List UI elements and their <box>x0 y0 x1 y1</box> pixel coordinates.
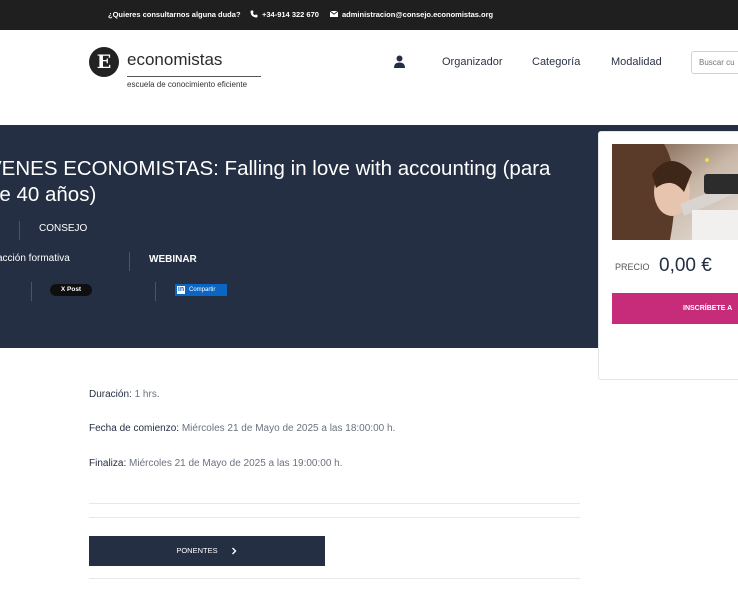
course-title: VENES ECONOMISTAS: Falling in love with … <box>0 156 550 208</box>
nav-modalidad[interactable]: Modalidad <box>611 56 662 68</box>
ponentes-button[interactable]: PONENTES <box>89 536 325 566</box>
linkedin-share-button[interactable]: in Compartir <box>175 284 227 296</box>
meta-divider <box>19 221 20 240</box>
meta-divider <box>129 252 130 271</box>
price-label: PRECIO <box>615 262 650 272</box>
organizer-value[interactable]: CONSEJO <box>39 223 87 234</box>
duration-row: Duración: 1 hrs. <box>89 389 160 400</box>
course-title-line-1: VENES ECONOMISTAS: Falling in love with … <box>0 157 551 180</box>
linkedin-icon: in <box>177 286 185 294</box>
contact-phone[interactable]: +34-914 322 670 <box>262 10 319 19</box>
course-image <box>612 144 738 240</box>
linkedin-share-label: Compartir <box>189 287 216 293</box>
start-date-value: Miércoles 21 de Mayo de 2025 a las 18:00… <box>179 423 396 434</box>
chevron-right-icon <box>231 547 237 555</box>
user-icon[interactable] <box>393 55 406 69</box>
modality-value[interactable]: WEBINAR <box>149 254 197 265</box>
logo-mark[interactable]: E <box>89 47 119 77</box>
email-icon <box>330 11 338 17</box>
end-date-row: Finaliza: Miércoles 21 de Mayo de 2025 a… <box>89 458 343 469</box>
share-divider <box>155 282 156 301</box>
brand-divider <box>127 76 261 77</box>
price-value: 0,00 € <box>659 255 712 276</box>
section-divider <box>89 578 580 579</box>
nav-categoria[interactable]: Categoría <box>532 56 580 68</box>
contact-question: ¿Quieres consultarnos alguna duda? <box>108 10 241 19</box>
start-date-label: Fecha de comienzo: <box>89 423 180 434</box>
course-title-line-2: de 40 años) <box>0 183 97 206</box>
enroll-button[interactable]: INSCRÍBETE A <box>612 293 738 324</box>
search-input[interactable] <box>691 51 738 74</box>
duration-label: Duración: <box>89 389 132 400</box>
logo-letter: E <box>96 51 112 73</box>
end-date-value: Miércoles 21 de Mayo de 2025 a las 19:00… <box>126 458 343 469</box>
category-value[interactable]: acción formativa <box>0 253 70 264</box>
share-divider <box>31 282 32 301</box>
phone-icon <box>250 10 258 18</box>
duration-value: 1 hrs. <box>131 389 160 400</box>
nav-organizador[interactable]: Organizador <box>442 56 503 68</box>
x-post-button[interactable]: X Post <box>50 284 92 296</box>
start-date-row: Fecha de comienzo: Miércoles 21 de Mayo … <box>89 423 395 434</box>
section-divider <box>89 503 580 504</box>
brand-name[interactable]: economistas <box>127 50 222 70</box>
brand-tagline: escuela de conocimiento eficiente <box>127 80 248 89</box>
contact-email[interactable]: administracion@consejo.economistas.org <box>342 10 493 19</box>
section-divider <box>89 517 580 518</box>
top-contact-bar: ¿Quieres consultarnos alguna duda? +34-9… <box>0 0 738 30</box>
ponentes-label: PONENTES <box>176 546 218 555</box>
end-date-label: Finaliza: <box>89 458 127 469</box>
